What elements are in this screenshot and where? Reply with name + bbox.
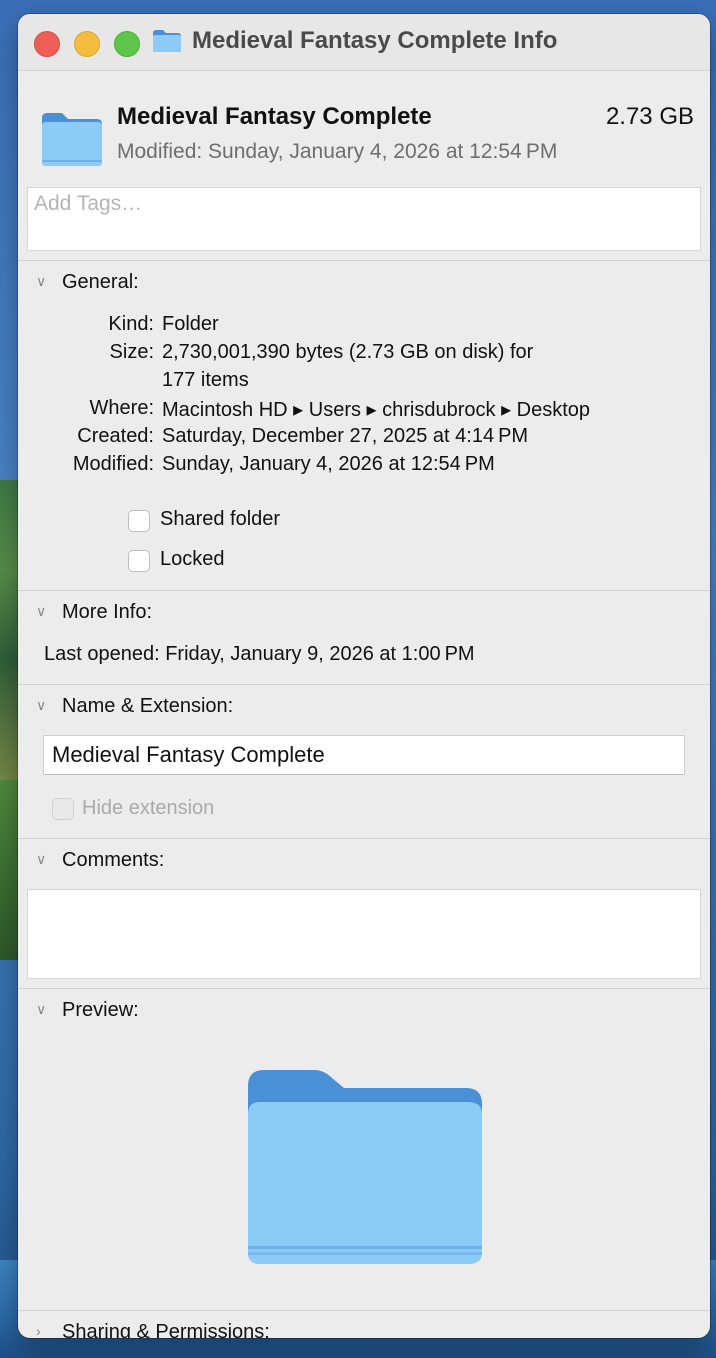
section-more-info-toggle[interactable]: ∨ More Info: <box>36 601 152 624</box>
close-button[interactable] <box>34 31 60 57</box>
size-value: 2,730,001,390 bytes (2.73 GB on disk) fo… <box>162 341 534 363</box>
divider <box>18 838 710 839</box>
section-general-toggle[interactable]: ∨ General: <box>36 271 139 294</box>
tags-placeholder: Add Tags… <box>34 192 143 215</box>
chevron-down-icon: ∨ <box>36 1001 47 1017</box>
where-value: Macintosh HD ▸ Users ▸ chrisdubrock ▸ De… <box>162 399 591 421</box>
modified-label: Modified: <box>72 453 154 475</box>
hide-extension-checkbox[interactable] <box>52 798 74 820</box>
tags-field[interactable]: Add Tags… <box>27 187 701 251</box>
locked-label: Locked <box>160 548 225 570</box>
info-content: Medieval Fantasy Complete 2.73 GB Modifi… <box>18 70 710 1338</box>
chevron-down-icon: ∨ <box>36 851 47 867</box>
section-name-extension-toggle[interactable]: ∨ Name & Extension: <box>36 695 233 718</box>
shared-folder-label: Shared folder <box>160 508 281 530</box>
desktop-wallpaper-palm-lower <box>0 780 20 960</box>
created-label: Created: <box>77 425 154 447</box>
item-modified: Modified: Sunday, January 4, 2026 at 12:… <box>117 140 558 163</box>
divider <box>18 590 710 591</box>
chevron-down-icon: ∨ <box>36 603 47 619</box>
section-preview-toggle[interactable]: ∨ Preview: <box>36 999 139 1022</box>
size-items-value: 177 items <box>162 369 249 391</box>
name-field[interactable] <box>50 736 674 774</box>
chevron-right-icon: › <box>36 1323 41 1338</box>
item-name: Medieval Fantasy Complete <box>117 103 432 130</box>
window-title: Medieval Fantasy Complete Info <box>192 27 558 54</box>
kind-label: Kind: <box>108 313 154 335</box>
size-label: Size: <box>109 341 154 363</box>
divider <box>18 988 710 989</box>
shared-folder-checkbox[interactable] <box>128 510 150 532</box>
get-info-window: Medieval Fantasy Complete Info Medieval … <box>18 14 710 1338</box>
folder-preview-icon <box>248 1070 482 1264</box>
section-comments-toggle[interactable]: ∨ Comments: <box>36 849 164 872</box>
last-opened: Last opened: Friday, January 9, 2026 at … <box>44 643 475 665</box>
comments-field[interactable] <box>27 889 701 979</box>
item-size: 2.73 GB <box>605 103 694 130</box>
divider <box>18 684 710 685</box>
where-label: Where: <box>89 397 154 419</box>
modified-value: Sunday, January 4, 2026 at 12:54 PM <box>162 453 495 475</box>
minimize-button[interactable] <box>74 31 100 57</box>
created-value: Saturday, December 27, 2025 at 4:14 PM <box>162 425 529 447</box>
locked-checkbox[interactable] <box>128 550 150 572</box>
hide-extension-label: Hide extension <box>82 797 215 819</box>
folder-icon <box>153 30 181 52</box>
title-bar[interactable]: Medieval Fantasy Complete Info <box>18 14 710 71</box>
section-sharing-permissions-toggle[interactable]: › Sharing & Permissions: <box>36 1321 270 1338</box>
chevron-down-icon: ∨ <box>36 273 47 289</box>
folder-icon <box>42 113 102 166</box>
kind-value: Folder <box>162 313 219 335</box>
divider <box>18 260 710 261</box>
name-field-container <box>43 735 685 775</box>
zoom-button[interactable] <box>114 31 140 57</box>
divider <box>18 1310 710 1311</box>
chevron-down-icon: ∨ <box>36 697 47 713</box>
